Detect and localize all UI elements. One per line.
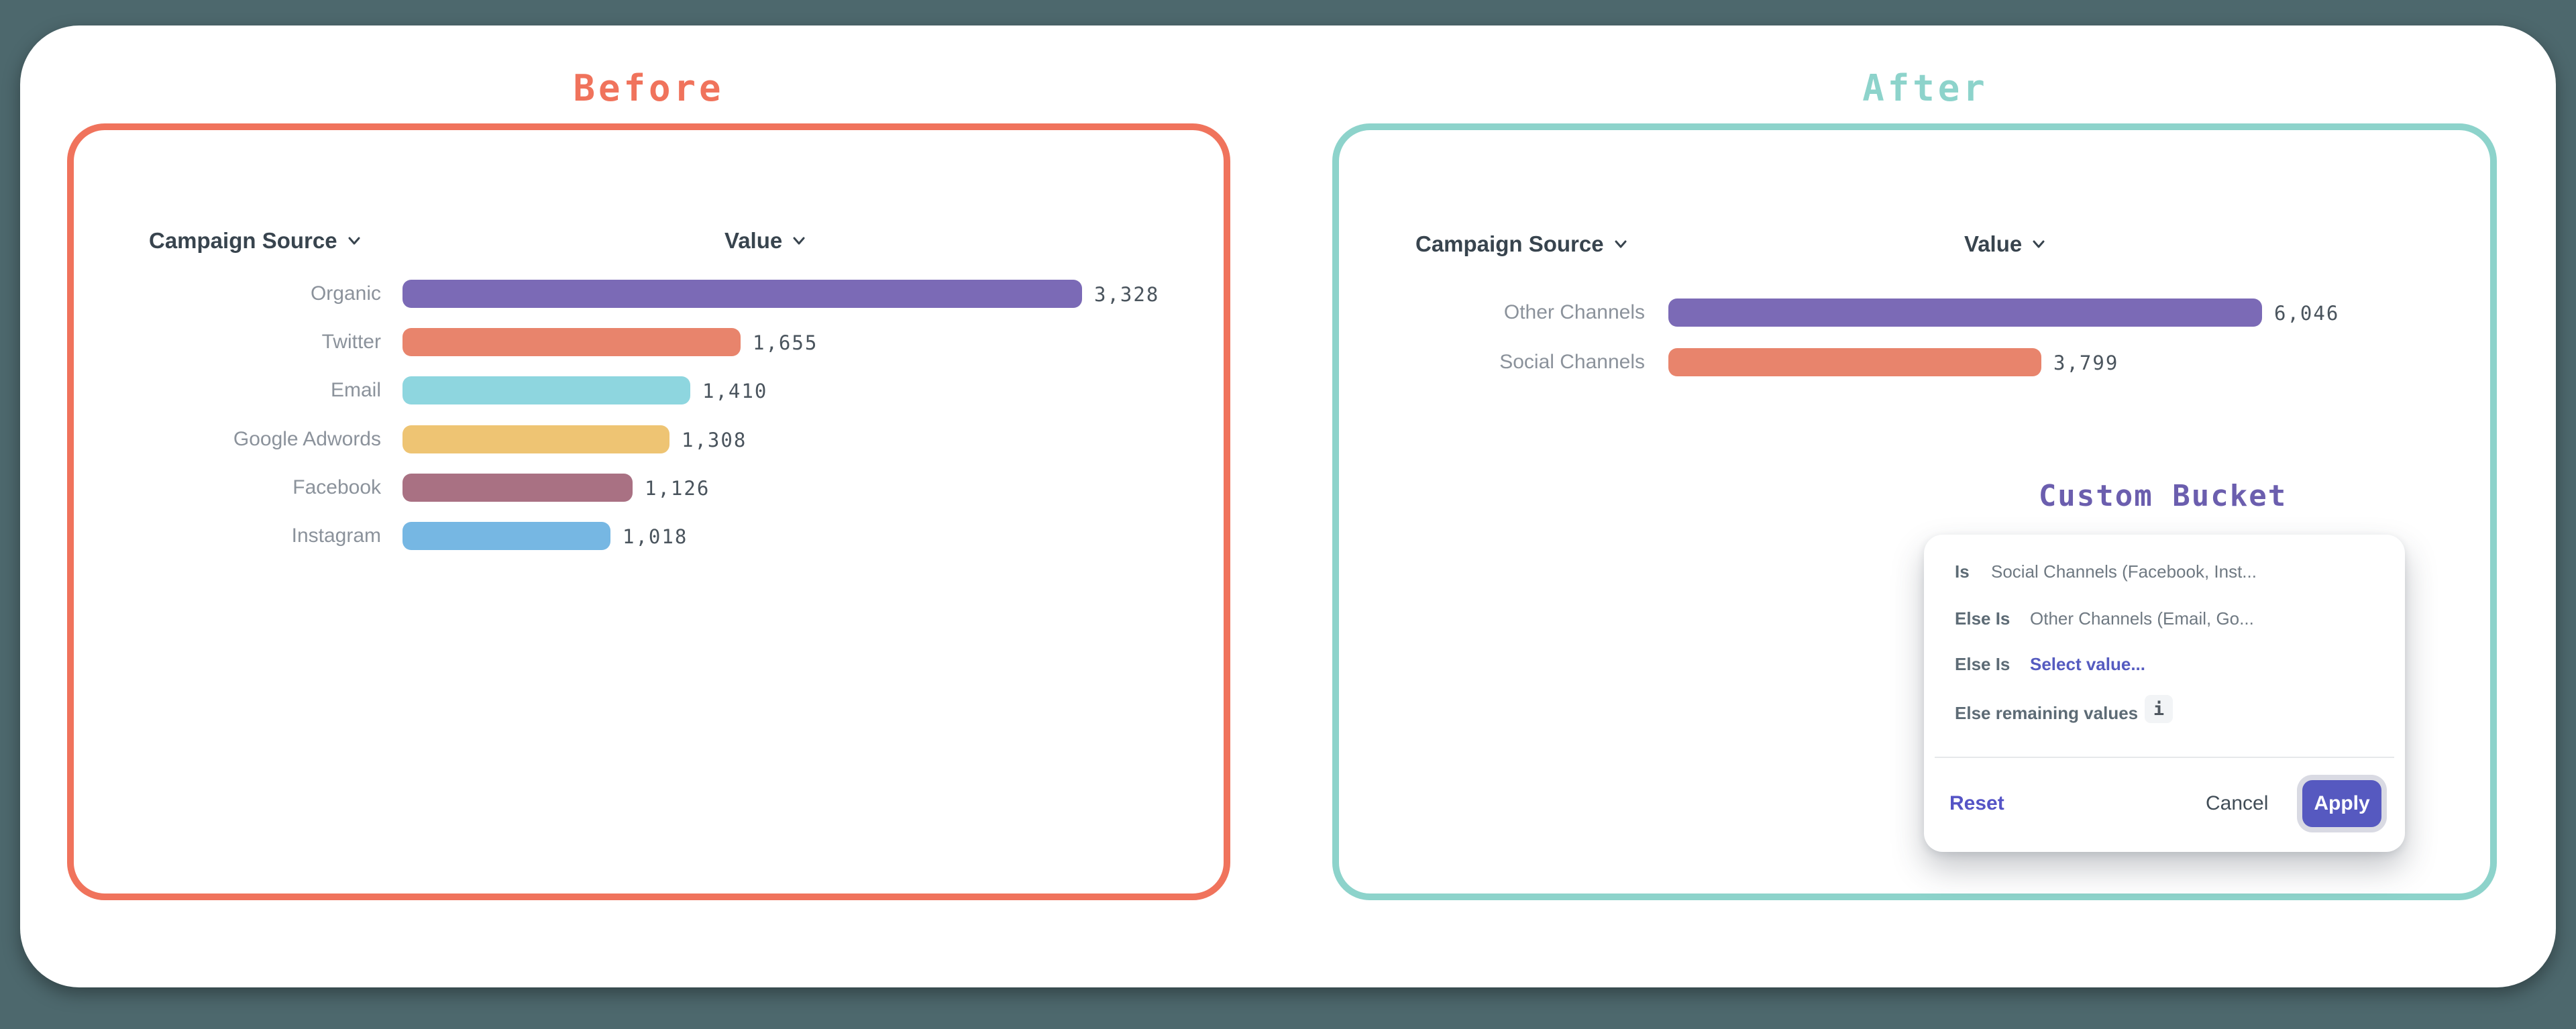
chevron-down-icon (2030, 235, 2047, 253)
row-value: 3,328 (1094, 280, 1159, 308)
cancel-button[interactable]: Cancel (2206, 789, 2268, 818)
row-value: 1,126 (645, 474, 710, 502)
column-header-label: Campaign Source (1415, 229, 1604, 259)
chevron-down-icon (345, 232, 363, 250)
table-row: Facebook 1,126 (74, 474, 1224, 502)
row-value: 1,410 (702, 376, 767, 404)
table-row: Instagram 1,018 (74, 522, 1224, 550)
table-row: Email 1,410 (74, 376, 1224, 404)
column-header-label: Value (1964, 229, 2022, 259)
column-header-label: Value (724, 226, 782, 256)
remaining-values-label: Else remaining values (1955, 698, 2138, 728)
reset-button[interactable]: Reset (1949, 789, 2004, 818)
before-title: Before (380, 67, 917, 109)
column-header-campaign-source[interactable]: Campaign Source (1415, 229, 1629, 259)
bar-google-adwords (402, 425, 669, 453)
bucket-rule-row: Is Social Channels (Facebook, Inst... (1924, 557, 2405, 586)
before-panel: Campaign Source Value Organic 3,328 Twitte… (67, 123, 1230, 900)
row-value: 1,308 (682, 425, 747, 453)
column-header-label: Campaign Source (149, 226, 337, 256)
row-label: Organic (74, 280, 381, 308)
row-value: 1,018 (623, 522, 688, 550)
apply-button[interactable]: Apply (2302, 780, 2381, 827)
info-icon[interactable]: i (2145, 695, 2173, 723)
column-header-value[interactable]: Value (1964, 229, 2047, 259)
bucket-rule-row: Else Is Other Channels (Email, Go... (1924, 604, 2405, 633)
table-row: Other Channels 6,046 (1339, 299, 2490, 327)
rule-operator-label: Else Is (1955, 649, 2010, 679)
row-label: Twitter (74, 328, 381, 356)
bar-social-channels (1668, 348, 2041, 376)
bar-twitter (402, 328, 741, 356)
bar-other-channels (1668, 299, 2262, 327)
bucket-value-other-channels[interactable]: Other Channels (Email, Go... (2030, 604, 2254, 633)
column-header-campaign-source[interactable]: Campaign Source (149, 226, 363, 256)
row-label: Google Adwords (74, 425, 381, 453)
after-title: After (1657, 67, 2194, 109)
bar-facebook (402, 474, 633, 502)
bucket-value-social-channels[interactable]: Social Channels (Facebook, Inst... (1991, 557, 2257, 586)
table-row: Twitter 1,655 (74, 328, 1224, 356)
row-label: Social Channels (1339, 348, 1645, 376)
dialog-divider (1935, 757, 2394, 758)
table-row: Organic 3,328 (74, 280, 1224, 308)
row-label: Other Channels (1339, 299, 1645, 327)
row-label: Email (74, 376, 381, 404)
custom-bucket-dialog: Is Social Channels (Facebook, Inst... El… (1924, 535, 2405, 852)
row-value: 3,799 (2053, 348, 2118, 376)
table-row: Social Channels 3,799 (1339, 348, 2490, 376)
bar-email (402, 376, 690, 404)
row-label: Instagram (74, 522, 381, 550)
bucket-rule-row: Else remaining values i (1924, 698, 2405, 728)
rule-operator-label: Is (1955, 557, 1970, 586)
bar-organic (402, 280, 1082, 308)
chevron-down-icon (790, 232, 808, 250)
column-header-value[interactable]: Value (724, 226, 808, 256)
row-label: Facebook (74, 474, 381, 502)
row-value: 6,046 (2274, 299, 2339, 327)
select-value-link[interactable]: Select value... (2030, 649, 2145, 679)
bar-instagram (402, 522, 610, 550)
row-value: 1,655 (753, 328, 818, 356)
rule-operator-label: Else Is (1955, 604, 2010, 633)
chevron-down-icon (1612, 235, 1629, 253)
table-row: Google Adwords 1,308 (74, 425, 1224, 453)
custom-bucket-title: Custom Bucket (1962, 479, 2364, 513)
bucket-rule-row: Else Is Select value... (1924, 649, 2405, 679)
